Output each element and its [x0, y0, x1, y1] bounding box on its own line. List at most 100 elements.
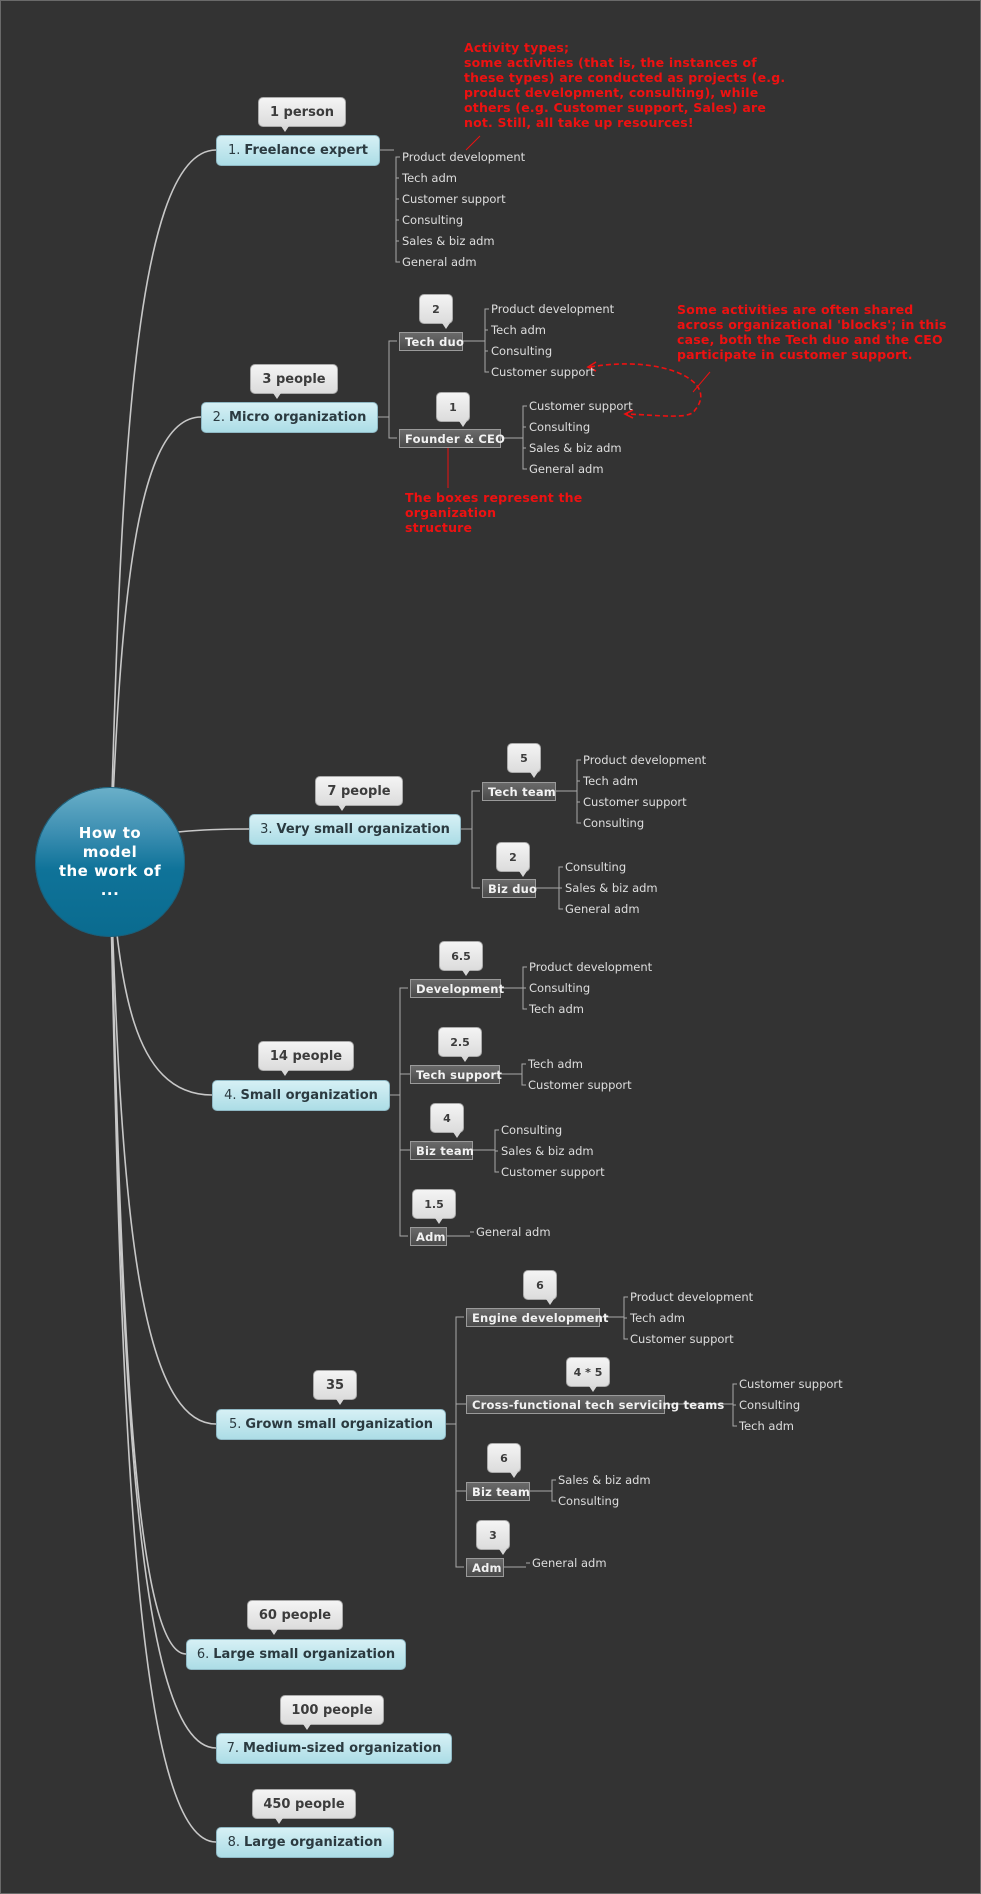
org-number: 2.: [212, 410, 226, 425]
note-pointer: [465, 135, 481, 151]
activity-item[interactable]: Product development: [583, 753, 706, 767]
team-node[interactable]: Tech support: [410, 1065, 502, 1084]
activity-item[interactable]: Customer support: [630, 1332, 734, 1346]
org-node-4[interactable]: 4. Small organization: [212, 1080, 390, 1111]
activity-item[interactable]: Tech adm: [529, 1002, 584, 1016]
activity-item[interactable]: Product development: [630, 1290, 753, 1304]
root-connector-7: [109, 861, 217, 1749]
org-number: 3.: [260, 822, 273, 837]
org-label: Large small organization: [213, 1647, 396, 1662]
root-connector-1: [109, 149, 217, 863]
activity-item[interactable]: General adm: [532, 1556, 607, 1570]
team-node[interactable]: Tech duo: [399, 332, 464, 351]
org-node-8[interactable]: 8. Large organization: [216, 1827, 394, 1858]
activity-item[interactable]: Consulting: [583, 816, 644, 830]
team-headcount-bubble: 4 * 5: [566, 1357, 610, 1392]
org-label: Micro organization: [229, 410, 367, 425]
activity-item-bracket: [395, 156, 400, 263]
activity-item[interactable]: Tech adm: [739, 1419, 794, 1433]
org-number: 4.: [224, 1088, 237, 1103]
activity-item[interactable]: Consulting: [529, 981, 590, 995]
activity-item[interactable]: Sales & biz adm: [501, 1144, 594, 1158]
activity-item[interactable]: Consulting: [501, 1123, 562, 1137]
activity-item[interactable]: Tech adm: [630, 1311, 685, 1325]
org-node-6[interactable]: 6. Large small organization: [186, 1639, 406, 1670]
headcount-bubble: 450 people: [252, 1789, 356, 1824]
root-topic[interactable]: How to model the work of ...: [35, 787, 185, 937]
org-number: 6.: [196, 1647, 210, 1662]
team-node[interactable]: Adm: [410, 1227, 447, 1246]
team-node[interactable]: Founder & CEO: [399, 429, 505, 448]
org-node-3[interactable]: 3. Very small organization: [249, 814, 461, 845]
team-headcount-bubble: 1.5: [412, 1189, 456, 1224]
activity-item[interactable]: Customer support: [501, 1165, 605, 1179]
org-label: Small organization: [240, 1088, 378, 1103]
activity-item[interactable]: Tech adm: [528, 1057, 583, 1071]
activity-item[interactable]: Consulting: [739, 1398, 800, 1412]
team-headcount-bubble: 2.5: [438, 1027, 482, 1062]
headcount-bubble: 100 people: [280, 1695, 384, 1730]
activity-item[interactable]: Consulting: [565, 860, 626, 874]
team-headcount-bubble: 4: [430, 1103, 464, 1138]
org-label: Very small organization: [276, 822, 450, 837]
activity-item[interactable]: Consulting: [529, 420, 590, 434]
activity-item[interactable]: Consulting: [491, 344, 552, 358]
activity-item[interactable]: Tech adm: [491, 323, 546, 337]
headcount-bubble: 7 people: [315, 776, 403, 811]
team-headcount-bubble: 6: [523, 1270, 557, 1305]
team-bracket: [399, 987, 408, 1237]
org-label: Grown small organization: [245, 1417, 434, 1432]
team-node[interactable]: Development: [410, 979, 504, 998]
activity-item[interactable]: Customer support: [529, 399, 633, 413]
activity-item[interactable]: Consulting: [558, 1494, 619, 1508]
activity-item[interactable]: Tech adm: [402, 171, 457, 185]
org-label: Large organization: [243, 1835, 383, 1850]
activity-item-bracket: [484, 308, 489, 373]
note-shared-activities: Some activities are often shared across …: [677, 302, 947, 362]
activity-item[interactable]: Customer support: [528, 1078, 632, 1092]
activity-item[interactable]: General adm: [402, 255, 477, 269]
team-bracket: [471, 790, 480, 889]
activity-item[interactable]: Product development: [491, 302, 614, 316]
activity-item-bracket: [521, 1063, 526, 1086]
activity-item[interactable]: Sales & biz adm: [565, 881, 658, 895]
team-node[interactable]: Engine development: [466, 1308, 608, 1327]
org-node-5[interactable]: 5. Grown small organization: [216, 1409, 446, 1440]
activity-item[interactable]: General adm: [565, 902, 640, 916]
org-node-2[interactable]: 2. Micro organization: [201, 402, 378, 433]
activity-item[interactable]: Consulting: [402, 213, 463, 227]
team-node[interactable]: Biz team: [410, 1141, 474, 1160]
team-node[interactable]: Biz team: [466, 1482, 530, 1501]
team-node[interactable]: Cross-functional tech servicing teams: [466, 1395, 724, 1414]
activity-item[interactable]: Customer support: [402, 192, 506, 206]
team-headcount-bubble: 3: [476, 1520, 510, 1555]
activity-item[interactable]: Product development: [402, 150, 525, 164]
activity-item-bracket: [576, 759, 581, 824]
activity-item-bracket: [551, 1479, 556, 1502]
activity-item[interactable]: Sales & biz adm: [558, 1473, 651, 1487]
activity-item[interactable]: Tech adm: [583, 774, 638, 788]
org-node-7[interactable]: 7. Medium-sized organization: [216, 1733, 452, 1764]
team-node[interactable]: Tech team: [482, 782, 556, 801]
headcount-bubble: 3 people: [250, 364, 338, 399]
activity-item[interactable]: Customer support: [491, 365, 595, 379]
org-number: 1.: [228, 143, 241, 158]
activity-item[interactable]: Product development: [529, 960, 652, 974]
activity-item[interactable]: Sales & biz adm: [402, 234, 495, 248]
org-node-1[interactable]: 1. Freelance expert: [216, 135, 380, 166]
activity-item[interactable]: General adm: [476, 1225, 551, 1239]
note-pointer: [692, 371, 711, 393]
org-number: 7.: [226, 1741, 239, 1756]
team-headcount-bubble: 2: [496, 842, 530, 877]
team-node[interactable]: Adm: [466, 1558, 504, 1577]
note-org-structure: The boxes represent the organization str…: [405, 490, 583, 535]
root-topic-label: How to model the work of ...: [58, 824, 162, 899]
activity-item[interactable]: Customer support: [739, 1377, 843, 1391]
activity-item[interactable]: General adm: [529, 462, 604, 476]
team-node[interactable]: Biz duo: [482, 879, 537, 898]
team-bracket: [455, 1316, 464, 1568]
headcount-bubble: 1 person: [258, 97, 346, 132]
activity-item[interactable]: Customer support: [583, 795, 687, 809]
activity-item[interactable]: Sales & biz adm: [529, 441, 622, 455]
activity-item-bracket: [522, 405, 527, 470]
